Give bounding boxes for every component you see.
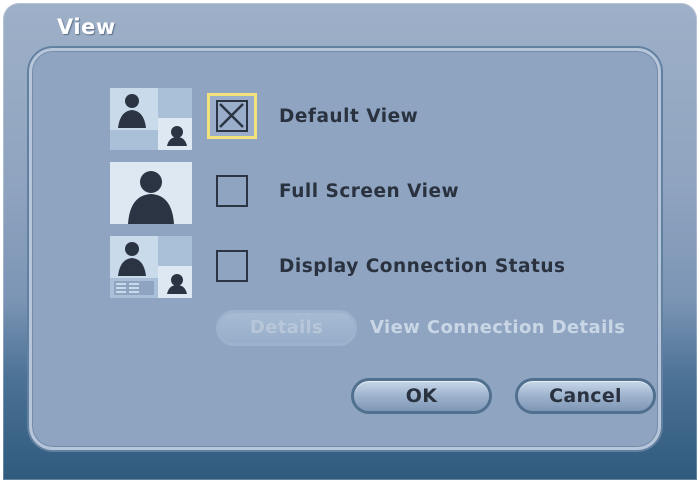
full-screen-view-label[interactable]: Full Screen View xyxy=(279,181,459,202)
full-screen-view-checkbox[interactable] xyxy=(216,175,248,207)
default-view-checkbox[interactable] xyxy=(216,100,248,132)
details-button[interactable]: Details xyxy=(216,310,357,346)
default-view-icon xyxy=(110,88,192,150)
connection-status-label[interactable]: Display Connection Status xyxy=(279,256,566,277)
cancel-button[interactable]: Cancel xyxy=(515,378,656,414)
ok-button[interactable]: OK xyxy=(351,378,492,414)
view-connection-details-text: View Connection Details xyxy=(370,317,626,338)
connection-status-view-icon xyxy=(110,236,192,298)
default-view-label[interactable]: Default View xyxy=(279,106,418,127)
checkbox-x-icon xyxy=(219,103,244,128)
connection-status-checkbox[interactable] xyxy=(216,250,248,282)
full-screen-view-icon xyxy=(110,162,192,224)
dialog-title: View xyxy=(57,15,116,39)
view-dialog: View Default View Full Screen View Displ… xyxy=(3,3,697,480)
